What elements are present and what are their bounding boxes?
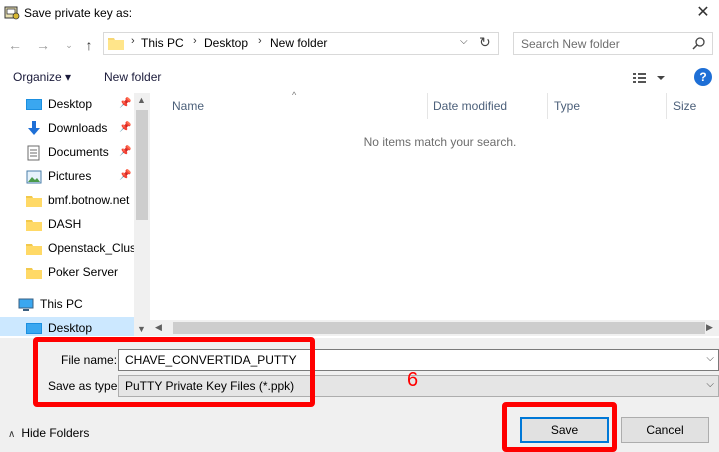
cancel-button[interactable]: Cancel <box>621 417 709 443</box>
title-bar: Save private key as: ✕ <box>0 0 719 30</box>
folder-icon <box>26 220 42 231</box>
folder-icon <box>108 38 124 50</box>
help-icon[interactable]: ? <box>694 68 712 86</box>
folder-icon <box>26 196 42 207</box>
sidebar-item-poker-server[interactable]: Poker Server <box>0 261 134 285</box>
sidebar-item-bmf-botnow[interactable]: bmf.botnow.net <box>0 189 134 213</box>
search-input[interactable]: Search New folder <box>513 32 713 55</box>
breadcrumb-desktop[interactable]: Desktop <box>204 36 248 50</box>
pin-icon: 📌 <box>119 170 132 181</box>
scroll-left-icon[interactable]: ◀ <box>155 322 162 333</box>
new-folder-button[interactable]: New folder <box>104 70 161 84</box>
hide-folders-button[interactable]: ∧ Hide Folders <box>8 426 89 440</box>
breadcrumb-separator-icon: › <box>193 35 197 47</box>
pin-icon: 📌 <box>119 122 132 133</box>
downloads-icon <box>28 121 40 135</box>
column-divider[interactable] <box>666 93 667 119</box>
sidebar-item-dash[interactable]: DASH <box>0 213 134 237</box>
scroll-up-icon[interactable]: ▲ <box>137 95 146 105</box>
navigation-pane: Desktop 📌 Downloads 📌 Documents 📌 Pictur… <box>0 93 150 336</box>
forward-arrow-icon[interactable]: → <box>33 35 53 55</box>
scrollbar-thumb[interactable] <box>136 110 148 220</box>
refresh-icon[interactable]: ↻ <box>479 34 491 51</box>
folder-icon <box>26 268 42 279</box>
sidebar-item-label: Pictures <box>48 169 92 183</box>
column-header-name[interactable]: Name <box>172 99 204 113</box>
this-pc-icon <box>18 298 34 311</box>
breadcrumb-separator-icon: › <box>131 35 135 47</box>
pictures-icon <box>26 170 42 184</box>
sidebar-item-label: bmf.botnow.net <box>48 193 130 207</box>
scroll-down-icon[interactable]: ▼ <box>137 324 146 334</box>
column-header-size[interactable]: Size <box>673 99 696 113</box>
breadcrumb-separator-icon: › <box>258 35 262 47</box>
sort-ascending-icon: ^ <box>292 90 297 100</box>
command-bar: Organize ▾ New folder ? <box>0 62 719 92</box>
putty-keygen-icon <box>4 6 20 20</box>
sidebar-item-label: Downloads <box>48 121 108 135</box>
back-arrow-icon[interactable]: ← <box>5 35 25 55</box>
annotation-step-number: 6 <box>407 369 419 391</box>
breadcrumb-this-pc[interactable]: This PC <box>141 36 184 50</box>
sidebar-item-documents[interactable]: Documents 📌 <box>0 141 134 165</box>
folder-icon <box>26 244 42 255</box>
empty-message: No items match your search. <box>363 135 517 149</box>
recent-locations-chevron-icon[interactable]: ⌄ <box>59 35 79 55</box>
hide-folders-label: Hide Folders <box>21 426 90 440</box>
search-icon <box>692 37 705 50</box>
column-header-date-modified[interactable]: Date modified <box>433 99 507 113</box>
sidebar-item-label: Openstack_Clust <box>48 241 140 255</box>
chevron-down-icon[interactable]: ⌵ <box>706 353 714 364</box>
address-dropdown-icon[interactable]: ⌵ <box>460 36 468 47</box>
pin-icon: 📌 <box>119 146 132 157</box>
desktop-icon <box>26 323 42 334</box>
address-bar[interactable]: › This PC › Desktop › New folder ⌵ ↻ <box>103 32 499 55</box>
file-list: ^ Name Date modified Type Size No items … <box>150 90 719 336</box>
column-divider[interactable] <box>427 93 428 119</box>
sidebar-item-label: Documents <box>48 145 109 159</box>
annotation-box-fields <box>33 337 315 407</box>
search-placeholder: Search New folder <box>521 37 620 51</box>
scrollbar-thumb[interactable] <box>173 322 705 334</box>
sidebar-item-openstack[interactable]: Openstack_Clust <box>0 237 139 261</box>
sidebar-item-downloads[interactable]: Downloads 📌 <box>0 117 134 141</box>
chevron-up-icon: ∧ <box>8 429 16 440</box>
sidebar-item-this-pc[interactable]: This PC <box>0 293 134 317</box>
annotation-box-save <box>502 402 617 452</box>
sidebar-item-desktop[interactable]: Desktop 📌 <box>0 93 134 117</box>
sidebar-scrollbar[interactable]: ▲ ▼ <box>134 93 150 336</box>
view-options-icon[interactable] <box>632 70 666 86</box>
chevron-down-icon[interactable]: ⌵ <box>706 379 714 390</box>
sidebar-item-desktop-selected[interactable]: Desktop <box>0 317 134 336</box>
column-header-type[interactable]: Type <box>554 99 580 113</box>
close-icon[interactable]: ✕ <box>690 2 716 24</box>
sidebar-item-label: DASH <box>48 217 82 231</box>
horizontal-scrollbar[interactable]: ◀ ▶ <box>150 320 719 336</box>
pin-icon: 📌 <box>119 98 132 109</box>
sidebar-item-label: Desktop <box>48 97 93 111</box>
desktop-icon <box>26 99 42 110</box>
sidebar-item-label: Poker Server <box>48 265 119 279</box>
documents-icon <box>27 145 40 161</box>
up-arrow-icon[interactable]: ↑ <box>79 35 99 55</box>
organize-button[interactable]: Organize ▾ <box>13 70 71 84</box>
column-divider[interactable] <box>547 93 548 119</box>
sidebar-item-label: This PC <box>40 297 83 311</box>
scroll-right-icon[interactable]: ▶ <box>706 322 713 333</box>
window-title: Save private key as: <box>24 6 133 20</box>
sidebar-item-label: Desktop <box>48 321 93 335</box>
sidebar-item-pictures[interactable]: Pictures 📌 <box>0 165 134 189</box>
breadcrumb-new-folder[interactable]: New folder <box>270 36 327 50</box>
